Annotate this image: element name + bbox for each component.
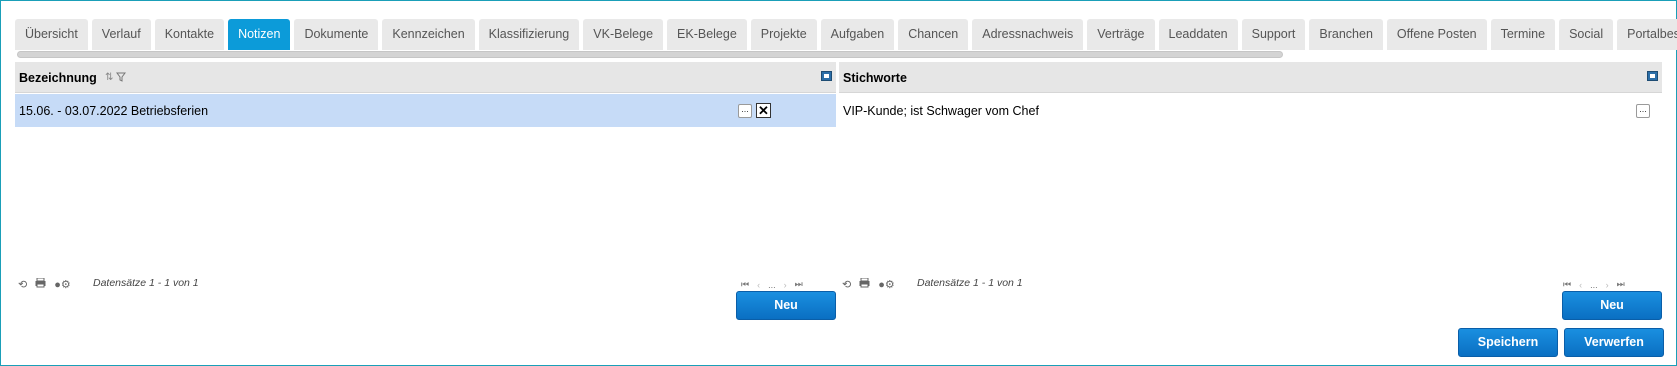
tab-projekte[interactable]: Projekte (750, 19, 817, 50)
tab-notizen[interactable]: Notizen (228, 19, 291, 50)
row-bezeichnung: 15.06. - 03.07.2022 Betriebsferien (19, 104, 209, 118)
print-icon[interactable] (859, 277, 870, 291)
grid-header-stichworte: Stichworte (839, 62, 1662, 93)
tab-scrollbar[interactable] (17, 51, 1283, 58)
row-delete-button[interactable]: ✕ (756, 103, 771, 118)
tab-portalbesuche[interactable]: Portalbesuche (1617, 19, 1677, 50)
tab-bar: Übersicht Verlauf Kontakte Notizen Dokum… (15, 19, 1677, 50)
refresh-icon[interactable]: ⟲ (18, 278, 27, 291)
pager: ⏮ ‹ ... › ⏭ (741, 279, 803, 290)
settings-icon[interactable]: ●⚙ (54, 278, 71, 291)
tab-chancen[interactable]: Chancen (898, 19, 969, 50)
column-chooser-icon[interactable] (821, 71, 832, 81)
tab-leaddaten[interactable]: Leaddaten (1158, 19, 1238, 50)
tab-termine[interactable]: Termine (1490, 19, 1556, 50)
tab-ek-belege[interactable]: EK-Belege (667, 19, 747, 50)
tab-offene-posten[interactable]: Offene Posten (1386, 19, 1487, 50)
tab-adressnachweis[interactable]: Adressnachweis (972, 19, 1084, 50)
row-menu-button[interactable]: ... (738, 104, 752, 118)
right-grid-footer: ⟲ ●⚙ Datensätze 1 - 1 von 1 ⏮ ‹ ... › ⏭ (839, 276, 1662, 292)
column-chooser-icon[interactable] (1647, 71, 1658, 81)
first-page-icon[interactable]: ⏮ (1563, 279, 1571, 290)
tab-dokumente[interactable]: Dokumente (294, 19, 379, 50)
record-count: Datensätze 1 - 1 von 1 (93, 277, 199, 289)
new-keyword-button[interactable]: Neu (1562, 291, 1662, 320)
footer-tools: ⟲ ●⚙ (842, 277, 895, 291)
filter-icon[interactable] (116, 72, 127, 85)
tab-social[interactable]: Social (1559, 19, 1614, 50)
notes-grid: Bezeichnung ⇅ 15.06. - 03.07.2022 Betrie… (15, 62, 836, 127)
window-frame: Übersicht Verlauf Kontakte Notizen Dokum… (0, 0, 1677, 366)
row-stichworte: VIP-Kunde; ist Schwager vom Chef (843, 104, 1039, 118)
tab-aufgaben[interactable]: Aufgaben (820, 19, 895, 50)
print-icon[interactable] (35, 277, 46, 291)
tab-kontakte[interactable]: Kontakte (154, 19, 225, 50)
footer-tools: ⟲ ●⚙ (18, 277, 71, 291)
tab-kennzeichen[interactable]: Kennzeichen (382, 19, 475, 50)
next-page-icon[interactable]: › (1606, 280, 1609, 290)
prev-page-icon[interactable]: ‹ (757, 280, 760, 290)
settings-icon[interactable]: ●⚙ (878, 278, 895, 291)
tab-vk-belege[interactable]: VK-Belege (583, 19, 664, 50)
grid-header-bezeichnung: Bezeichnung ⇅ (15, 62, 836, 93)
last-page-icon[interactable]: ⏭ (795, 279, 803, 290)
tab-support[interactable]: Support (1241, 19, 1306, 50)
table-row[interactable]: VIP-Kunde; ist Schwager vom Chef ... (839, 94, 1662, 127)
column-header-bezeichnung[interactable]: Bezeichnung (19, 71, 97, 85)
prev-page-icon[interactable]: ‹ (1579, 280, 1582, 290)
row-menu-button[interactable]: ... (1636, 104, 1650, 118)
sort-icon[interactable]: ⇅ (105, 72, 113, 85)
tab-branchen[interactable]: Branchen (1309, 19, 1383, 50)
discard-button[interactable]: Verwerfen (1564, 328, 1664, 357)
header-tools: ⇅ (105, 72, 127, 85)
tab-vertraege[interactable]: Verträge (1087, 19, 1155, 50)
refresh-icon[interactable]: ⟲ (842, 278, 851, 291)
first-page-icon[interactable]: ⏮ (741, 279, 749, 290)
page-ellipsis[interactable]: ... (768, 280, 776, 290)
column-header-stichworte[interactable]: Stichworte (843, 71, 907, 85)
last-page-icon[interactable]: ⏭ (1617, 279, 1625, 290)
left-grid-footer: ⟲ ●⚙ Datensätze 1 - 1 von 1 ⏮ ‹ ... › ⏭ (15, 276, 836, 292)
tab-verlauf[interactable]: Verlauf (91, 19, 151, 50)
new-note-button[interactable]: Neu (736, 291, 836, 320)
pager: ⏮ ‹ ... › ⏭ (1563, 279, 1625, 290)
record-count: Datensätze 1 - 1 von 1 (917, 277, 1023, 289)
tab-klassifizierung[interactable]: Klassifizierung (478, 19, 580, 50)
table-row[interactable]: 15.06. - 03.07.2022 Betriebsferien ... ✕ (15, 94, 836, 127)
tab-uebersicht[interactable]: Übersicht (15, 19, 88, 50)
keywords-grid: Stichworte VIP-Kunde; ist Schwager vom C… (839, 62, 1662, 127)
save-button[interactable]: Speichern (1458, 328, 1558, 357)
next-page-icon[interactable]: › (784, 280, 787, 290)
page-ellipsis[interactable]: ... (1590, 280, 1598, 290)
